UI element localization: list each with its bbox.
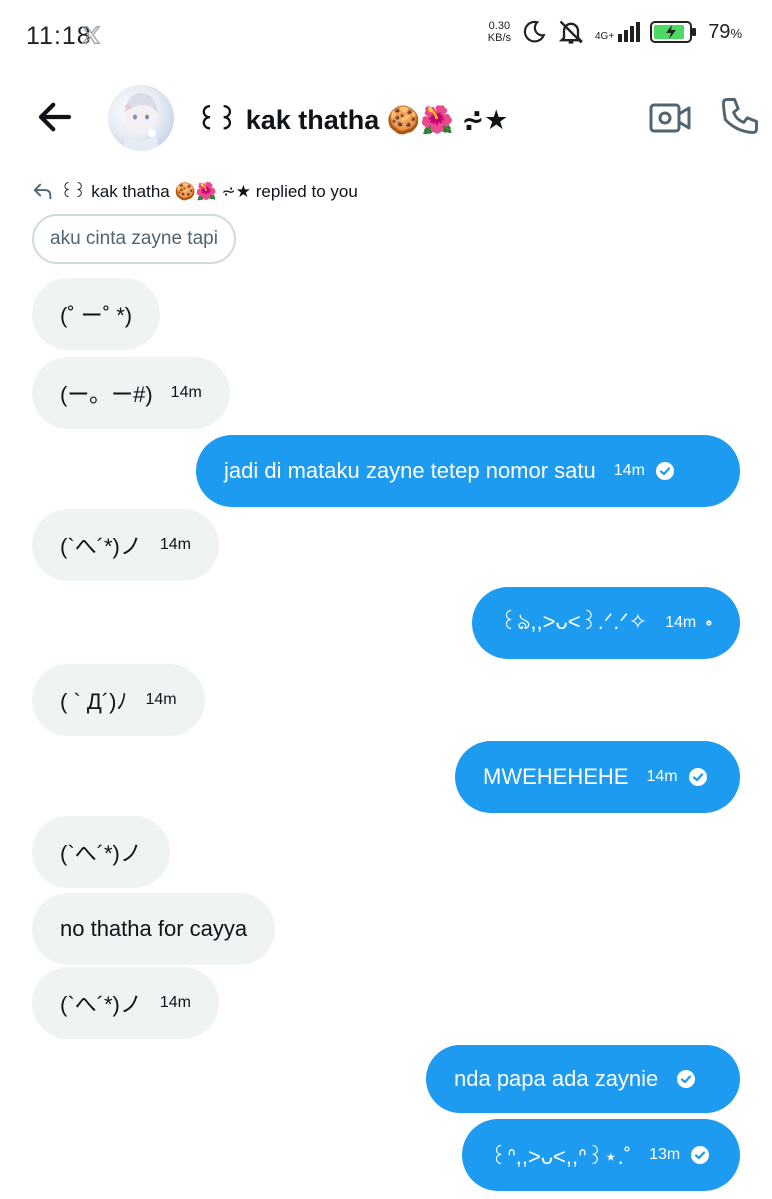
read-check-icon [677,1070,696,1088]
status-indicators: 0.30 KB/s 4G+ 79% [488,18,742,46]
read-check-icon [655,462,674,480]
message-bubble-incoming[interactable]: (ー。ー#) 14m [32,357,230,429]
message-time: 14m [613,462,645,479]
read-check-icon [706,620,712,626]
message-text: nda papa ada zaynie [454,1066,659,1091]
battery-icon [650,21,697,43]
battery-level: 79% [708,20,742,43]
message-text: ꒰ঌ,,>ᴗ<꒱.ᐟ.ᐟ✧ [500,608,648,634]
reply-context: ꒰꒱ kak thatha 🍪🌺 ⩫★ replied to you [32,180,358,202]
conversation-header: ꒰꒱ kak thatha 🍪🌺 ⩫★ [0,80,772,160]
message-text: ( ` Д´)ﾉ [60,689,128,714]
message-text: MWEHEHEHE [483,764,629,789]
message-time: 14m [159,536,191,553]
reply-context-text: ꒰꒱ kak thatha 🍪🌺 ⩫★ replied to you [60,182,358,201]
avatar-image [122,93,160,151]
message-bubble-outgoing[interactable]: nda papa ada zaynie [426,1045,740,1113]
message-bubble-incoming[interactable]: (`へ´*)ノ 14m [32,509,219,581]
arrow-left-icon[interactable] [34,96,76,138]
message-bubble-outgoing[interactable]: jadi di mataku zayne tetep nomor satu 14… [196,435,740,507]
read-check-icon [688,768,707,786]
message-bubble-incoming[interactable]: ( ` Д´)ﾉ 14m [32,664,205,736]
message-time: 14m [159,994,191,1011]
reply-arrow-icon [33,183,52,200]
message-text: (`へ´*)ノ [60,534,142,559]
network-type: 4G+ [595,31,615,42]
message-text: jadi di mataku zayne tetep nomor satu [224,458,596,483]
network-speed-unit: KB/s [487,32,511,44]
message-bubble-incoming[interactable]: no thatha for cayya [32,893,276,965]
message-text: ꒰ᐢ,,>ᴗ<,,ᐢ꒱⋆.˚ [490,1143,632,1169]
read-check-icon [691,1146,710,1164]
contact-avatar[interactable] [108,85,174,151]
message-bubble-incoming[interactable]: (`へ´*)ノ 14m [32,967,219,1039]
message-text: (`へ´*)ノ [60,841,142,866]
message-bubble-outgoing[interactable]: ꒰ঌ,,>ᴗ<꒱.ᐟ.ᐟ✧ 14m [472,587,740,659]
message-bubble-incoming[interactable]: (˚ ー˚ *) [32,278,161,350]
signal-strength: 4G+ [595,22,641,42]
message-bubble-outgoing[interactable]: MWEHEHEHE 14m [455,741,740,813]
message-text: no thatha for cayya [60,916,248,941]
network-speed-value: 0.30 [488,20,511,32]
status-bar: 11:18 0.30 KB/s 4G+ 79% [0,0,772,72]
moon-icon [523,20,546,43]
message-text: (˚ ー˚ *) [60,303,133,328]
message-bubble-incoming[interactable]: (`へ´*)ノ [32,816,170,888]
message-text: (ー。ー#) [60,382,153,407]
message-time: 14m [170,384,202,401]
message-time: 14m [646,768,678,785]
replied-message-preview[interactable]: aku cinta zayne tapi [32,214,236,264]
network-speed: 0.30 KB/s [488,20,511,44]
message-time: 14m [145,691,177,708]
message-text: (`へ´*)ノ [60,992,142,1017]
phone-icon[interactable] [718,94,762,138]
contact-name[interactable]: ꒰꒱ kak thatha 🍪🌺 ⩫★ [196,100,508,136]
message-time: 14m [665,614,697,631]
message-bubble-outgoing[interactable]: ꒰ᐢ,,>ᴗ<,,ᐢ꒱⋆.˚ 13m [462,1119,740,1191]
message-time: 13m [649,1146,681,1163]
bell-off-icon [558,20,584,44]
x-logo-icon [81,26,101,44]
video-camera-icon[interactable] [648,100,692,136]
